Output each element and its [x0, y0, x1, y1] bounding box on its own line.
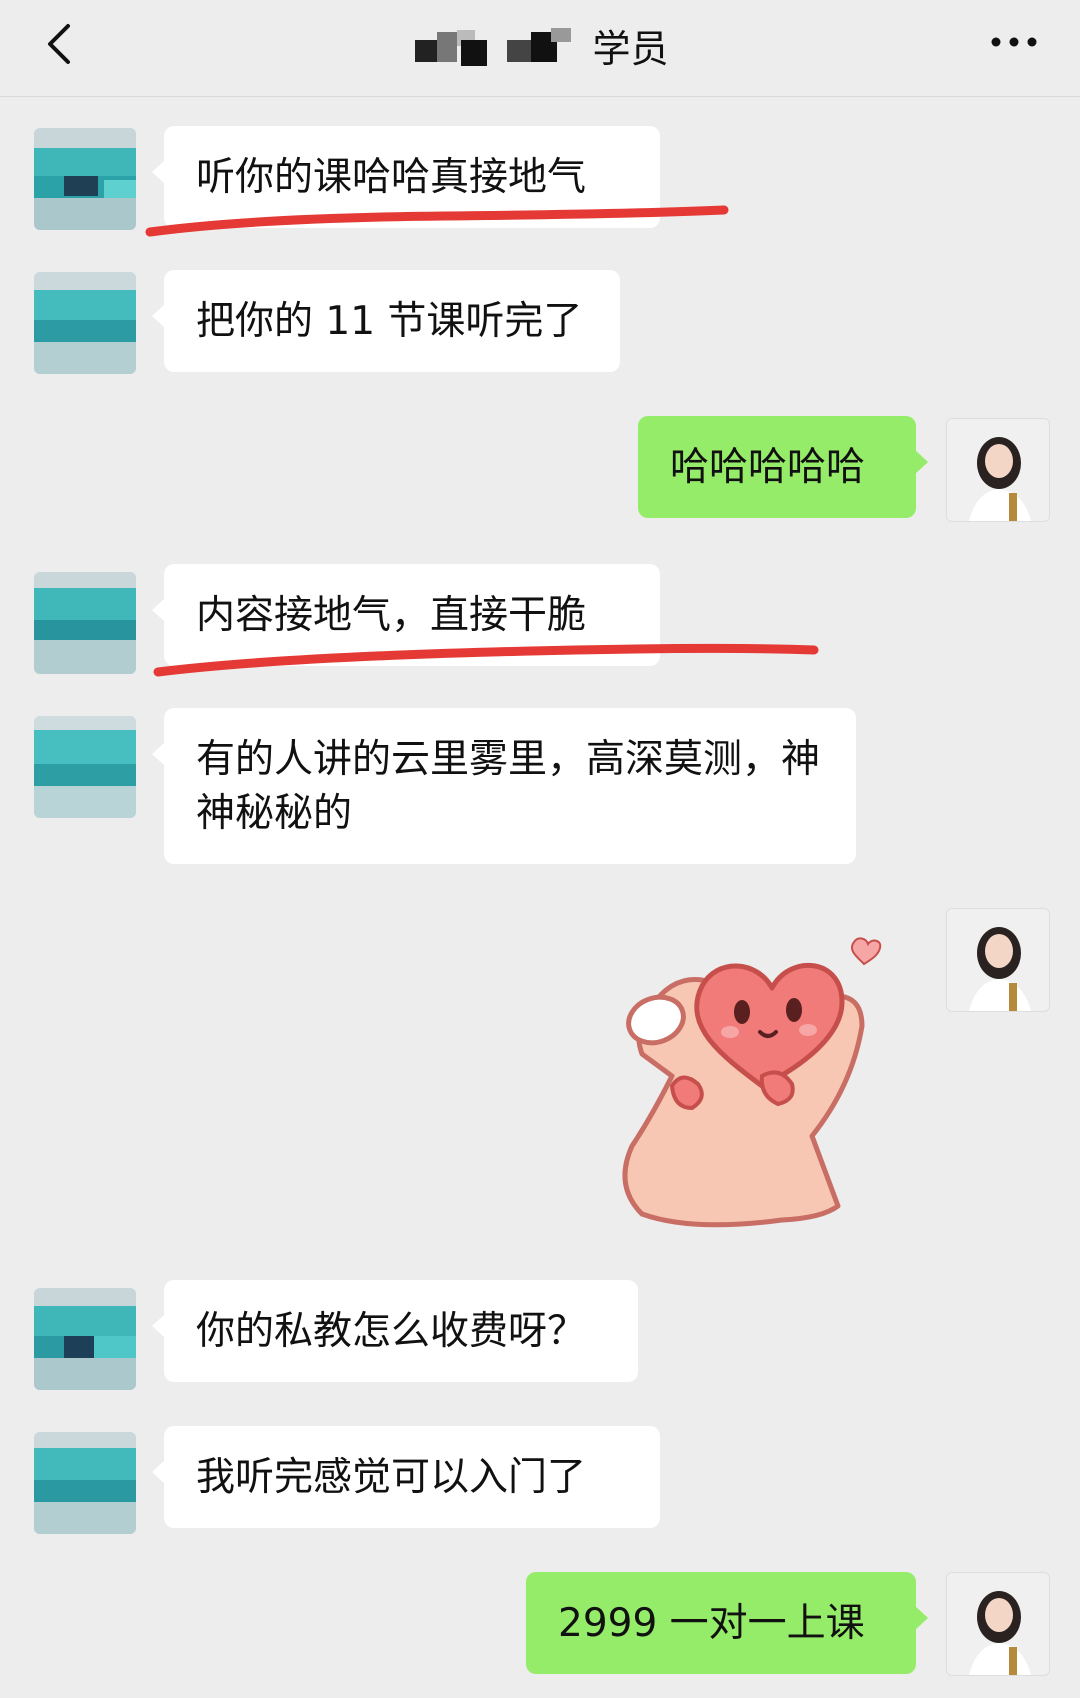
message-bubble[interactable]: 你的私教怎么收费呀？ [152, 1280, 638, 1382]
message-bubble[interactable]: 有的人讲的云里雾里，高深莫测，神神秘秘的 [152, 708, 856, 864]
student-avatar[interactable] [34, 272, 136, 374]
message-bubble[interactable]: 哈哈哈哈哈 [638, 416, 928, 518]
teacher-avatar[interactable] [946, 1572, 1050, 1676]
message-text: 2999 一对一上课 [558, 1601, 865, 1646]
message-text: 有的人讲的云里雾里，高深莫测，神神秘秘的 [196, 737, 821, 836]
message-text: 你的私教怎么收费呀？ [196, 1309, 587, 1354]
student-avatar[interactable] [34, 128, 136, 230]
student-avatar[interactable] [34, 572, 136, 674]
message-bubble[interactable]: 2999 一对一上课 [526, 1572, 928, 1674]
red-underline [153, 643, 819, 677]
message-bubble[interactable]: 我听完感觉可以入门了 [152, 1426, 660, 1528]
heart-finger-sticker[interactable] [612, 936, 896, 1228]
blurred-name [411, 26, 581, 66]
message-text: 听你的课哈哈真接地气 [196, 155, 587, 200]
message-text: 把你的 11 节课听完了 [196, 299, 583, 344]
chat-header: 学员 [0, 0, 1080, 97]
student-avatar[interactable] [34, 716, 136, 818]
teacher-avatar[interactable] [946, 418, 1050, 522]
message-text: 哈哈哈哈哈 [670, 445, 866, 490]
chat-title-text: 学员 [592, 27, 669, 71]
message-bubble[interactable]: 把你的 11 节课听完了 [152, 270, 620, 372]
student-avatar[interactable] [34, 1288, 136, 1390]
message-text: 内容接地气，直接干脆 [196, 593, 587, 638]
more-dots-icon[interactable] [984, 22, 1044, 62]
message-text: 我听完感觉可以入门了 [196, 1455, 587, 1500]
chat-title: 学员 [0, 18, 1080, 74]
red-underline [145, 205, 729, 237]
teacher-avatar[interactable] [946, 908, 1050, 1012]
student-avatar[interactable] [34, 1432, 136, 1534]
